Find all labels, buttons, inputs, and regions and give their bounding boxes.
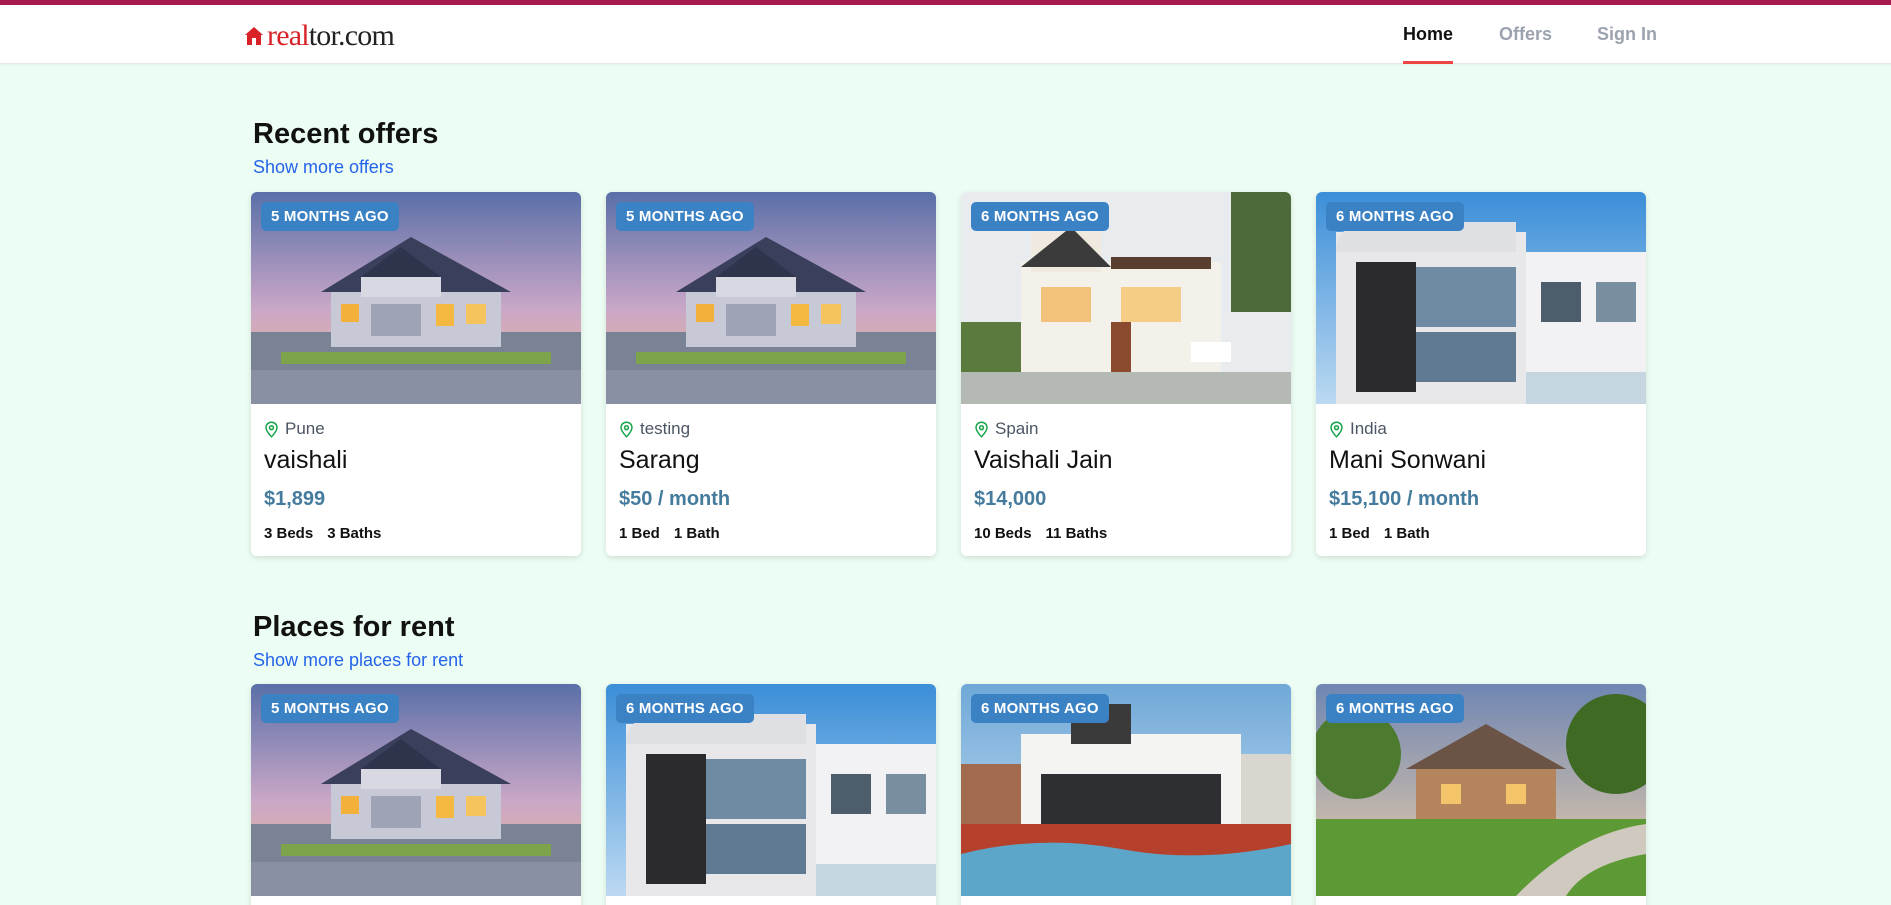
listed-time-badge: 6 months ago — [971, 202, 1109, 231]
house-icon — [245, 27, 263, 45]
stone-house-lawn-image: 6 months ago — [1316, 684, 1646, 896]
card-body: Spain Vaishali Jain $14,000 10 Beds 11 B… — [961, 404, 1291, 556]
nav-offers[interactable]: Offers — [1499, 24, 1552, 64]
listed-time-badge: 6 months ago — [1326, 694, 1464, 723]
listing-meta: 3 Beds 3 Baths — [264, 525, 568, 543]
listing-card[interactable]: 5 months ago — [251, 684, 581, 905]
listing-name: vaishali — [264, 446, 348, 474]
listing-card[interactable]: 5 months ago Pune vaishali $1,899 3 Beds… — [251, 192, 581, 556]
modern-white-house-image: 6 months ago — [606, 684, 936, 896]
modern-villa-night-image: 6 months ago — [961, 192, 1291, 404]
location-text: Spain — [995, 419, 1039, 438]
listed-time-badge: 6 months ago — [971, 694, 1109, 723]
show-more-offers-link[interactable]: Show more offers — [253, 157, 394, 178]
listing-name: Vaishali Jain — [974, 446, 1113, 474]
beds-count: 3 Beds — [264, 525, 314, 542]
location-row: testing — [619, 418, 923, 440]
listed-time-badge: 5 months ago — [261, 694, 399, 723]
listing-meta: 10 Beds 11 Baths — [974, 525, 1278, 543]
listed-time-badge: 5 months ago — [616, 202, 754, 231]
listed-time-badge: 6 months ago — [616, 694, 754, 723]
listing-card[interactable]: 6 months ago India Mani Sonwani $15,100 … — [1316, 192, 1646, 556]
listing-card[interactable]: 6 months ago — [1316, 684, 1646, 905]
nav-sign-in[interactable]: Sign In — [1597, 24, 1657, 64]
site-header: realtor.com Home Offers Sign In — [0, 5, 1891, 64]
listing-name: Mani Sonwani — [1329, 446, 1487, 474]
listed-time-badge: 5 months ago — [261, 202, 399, 231]
location-row: Spain — [974, 418, 1278, 440]
listing-card[interactable]: 6 months ago Spain Vaishali Jain $14,000… — [961, 192, 1291, 556]
logo-text-real: real — [267, 19, 310, 52]
logo-text: realtor.com — [267, 19, 395, 52]
beds-count: 10 Beds — [974, 525, 1032, 542]
location-text: testing — [640, 419, 691, 438]
card-body: India Mani Sonwani $15,100 / month 1 Bed… — [1316, 404, 1646, 556]
listing-name: Sarang — [619, 446, 700, 474]
card-body: Pune vaishali $1,899 3 Beds 3 Baths — [251, 404, 581, 556]
baths-count: 3 Baths — [327, 525, 382, 542]
location-row: India — [1329, 418, 1633, 440]
listing-price: $15,100 / month — [1329, 488, 1480, 510]
baths-count: 1 Bath — [1383, 525, 1430, 542]
location-row: Pune — [264, 418, 568, 440]
beds-count: 1 Bed — [1329, 525, 1370, 542]
listing-card[interactable]: 5 months ago testing Sarang $50 / month … — [606, 192, 936, 556]
show-more-rent-link[interactable]: Show more places for rent — [253, 650, 463, 671]
listing-card[interactable]: 6 months ago — [606, 684, 936, 905]
logo-text-tor: tor.com — [308, 19, 395, 52]
realtor-logo[interactable]: realtor.com — [244, 18, 395, 54]
pool-house-image: 6 months ago — [961, 684, 1291, 896]
section-title-places-for-rent: Places for rent — [253, 611, 455, 643]
map-pin-icon — [975, 420, 988, 438]
baths-count: 11 Baths — [1045, 525, 1108, 542]
listing-price: $1,899 — [264, 488, 326, 510]
map-pin-icon — [1330, 420, 1343, 438]
nav-home[interactable]: Home — [1403, 24, 1454, 64]
suburban-house-dusk-image: 5 months ago — [606, 192, 936, 404]
section-title-recent-offers: Recent offers — [253, 118, 439, 150]
listing-meta: 1 Bed 1 Bath — [1329, 525, 1633, 543]
baths-count: 1 Bath — [673, 525, 720, 542]
location-text: Pune — [285, 419, 325, 438]
listing-price: $50 / month — [619, 488, 731, 510]
listing-meta: 1 Bed 1 Bath — [619, 525, 923, 543]
listed-time-badge: 6 months ago — [1326, 202, 1464, 231]
suburban-house-dusk-image: 5 months ago — [251, 684, 581, 896]
suburban-house-dusk-image: 5 months ago — [251, 192, 581, 404]
listing-card[interactable]: 6 months ago — [961, 684, 1291, 905]
modern-white-house-image: 6 months ago — [1316, 192, 1646, 404]
beds-count: 1 Bed — [619, 525, 660, 542]
map-pin-icon — [265, 420, 278, 438]
card-body: testing Sarang $50 / month 1 Bed 1 Bath — [606, 404, 936, 556]
map-pin-icon — [620, 420, 633, 438]
location-text: India — [1350, 419, 1387, 438]
listing-price: $14,000 — [974, 488, 1047, 510]
